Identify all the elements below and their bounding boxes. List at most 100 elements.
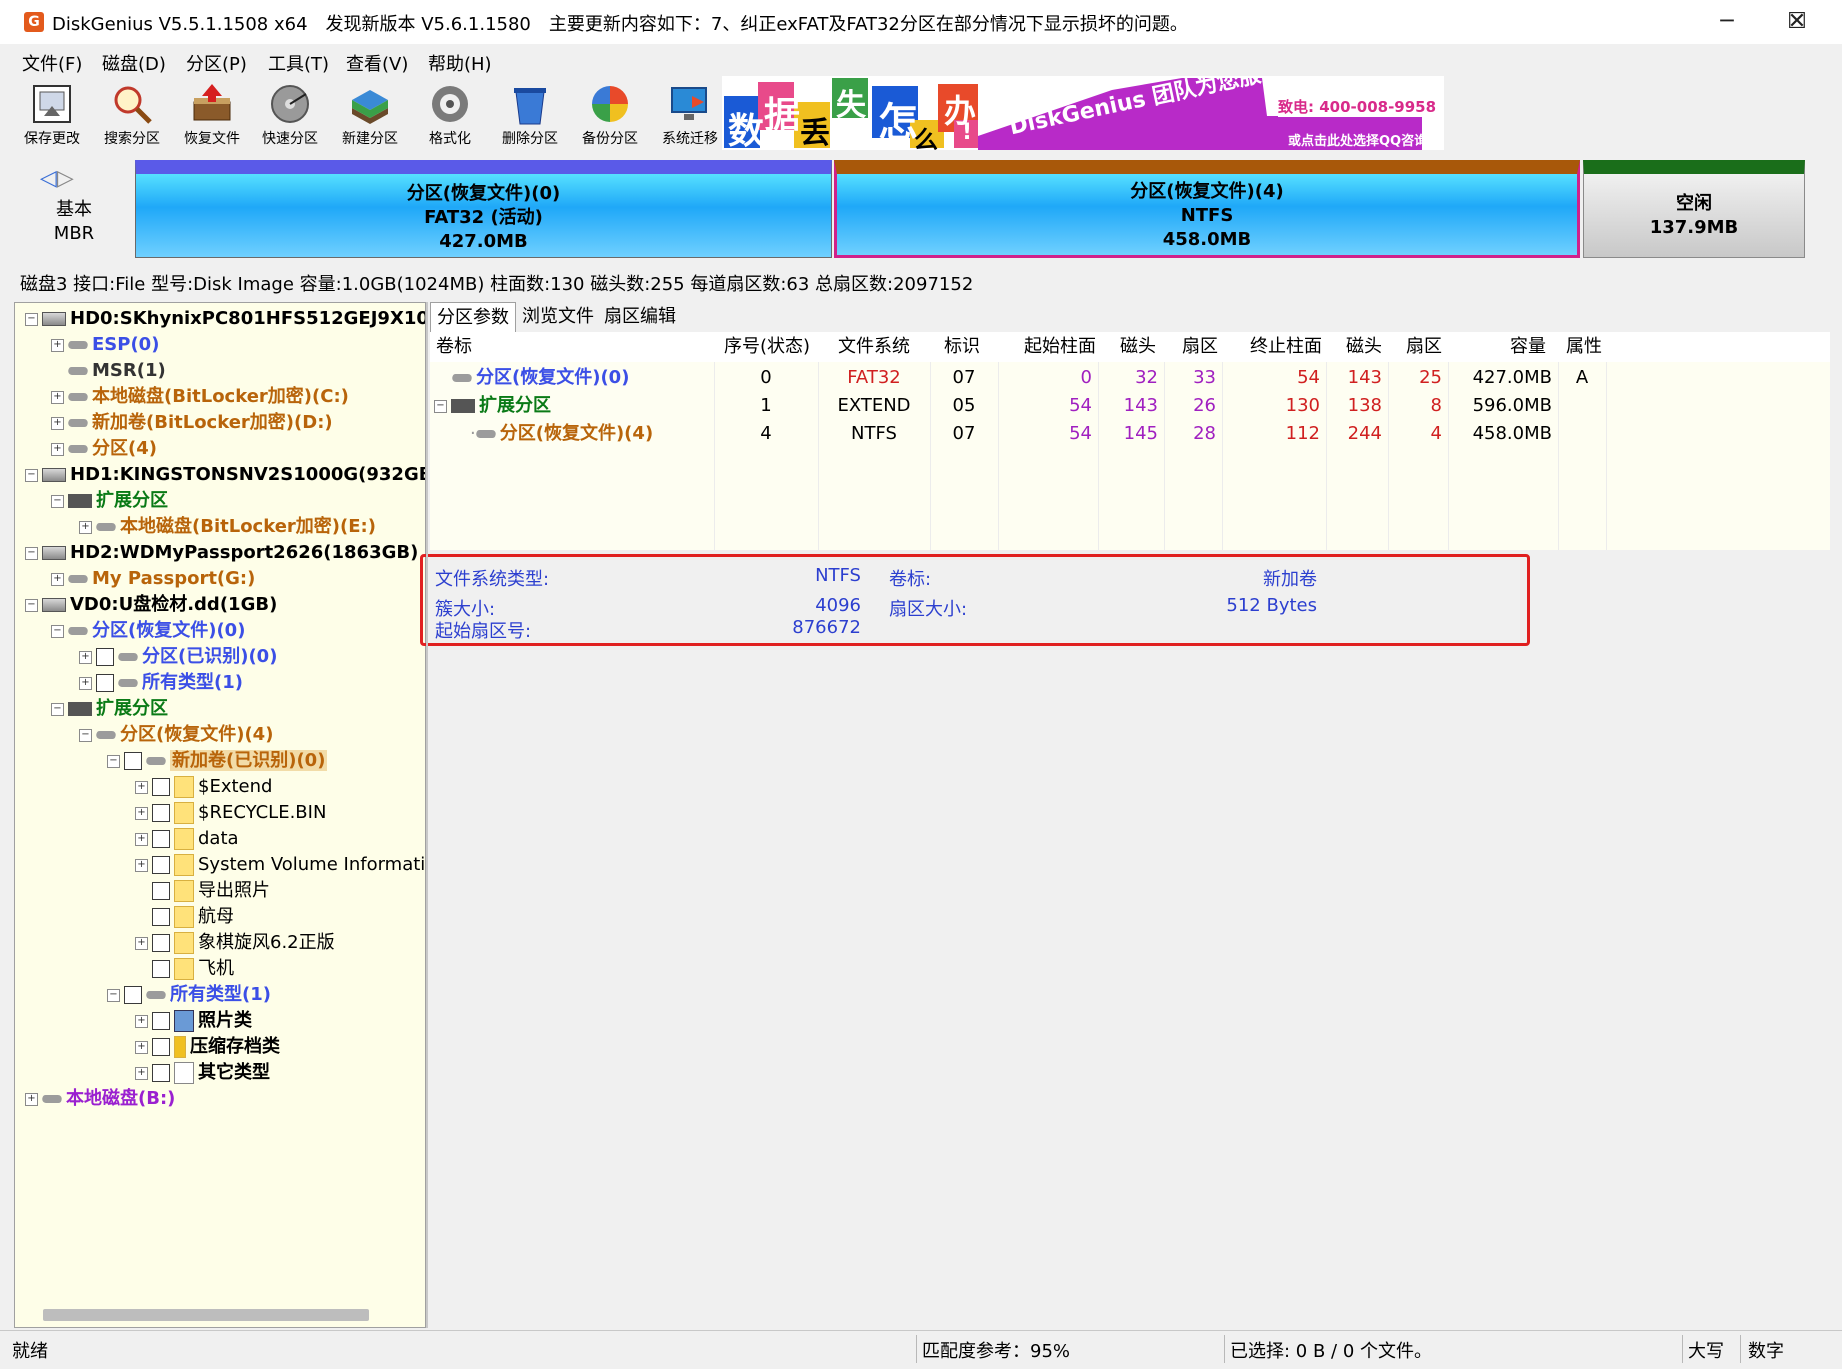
window-title: DiskGenius V5.5.1.1508 x64 发现新版本 V5.6.1.… xyxy=(52,14,1188,35)
col-end-head[interactable]: 磁头 xyxy=(1346,332,1382,362)
col-start-head[interactable]: 磁头 xyxy=(1120,332,1156,362)
menu-tools[interactable]: 工具(T) xyxy=(268,50,329,76)
banner-ad[interactable]: 数 据 丢 失 怎 么 办 ! DiskGenius 团队为您服务 致电: 40… xyxy=(722,76,1444,150)
tree-node-esp[interactable]: + ESP(0) xyxy=(51,332,159,358)
delete-partition-icon xyxy=(514,88,546,125)
row-end-cyl: 112 xyxy=(1285,423,1320,444)
disk-map-partition-fat32[interactable]: 分区(恢复文件)(0) FAT32 (活动) 427.0MB xyxy=(135,160,832,258)
menu-disk[interactable]: 磁盘(D) xyxy=(102,50,166,76)
tab-browse-files[interactable]: 浏览文件 xyxy=(516,302,600,332)
menu-partition[interactable]: 分区(P) xyxy=(186,50,247,76)
row-capacity: 596.0MB xyxy=(1472,395,1552,416)
banner-char: 怎 xyxy=(878,100,918,146)
close-button[interactable]: ✕ xyxy=(1762,0,1832,44)
tree-node-photos[interactable]: + 照片类 xyxy=(135,1008,252,1034)
tree-node-folder[interactable]: 航母 xyxy=(135,904,234,930)
partition-size: 458.0MB xyxy=(1162,229,1252,250)
delete-partition-button[interactable]: 删除分区 xyxy=(492,76,568,156)
tree-node-hd2[interactable]: − HD2:WDMyPassport2626(1863GB) xyxy=(25,540,418,566)
tree-node-partition4[interactable]: + 分区(4) xyxy=(51,436,157,462)
banner-char: 失 xyxy=(836,88,866,123)
tree-node-all-types[interactable]: + 所有类型(1) xyxy=(79,670,243,696)
tree-node-new-volume[interactable]: − 新加卷(已识别)(0) xyxy=(107,748,328,774)
tree-node-hd0[interactable]: − HD0:SKhynixPC801HFS512GEJ9X101N xyxy=(25,306,425,332)
menu-file[interactable]: 文件(F) xyxy=(22,50,82,76)
free-size: 137.9MB xyxy=(1649,217,1739,238)
format-button[interactable]: 格式化 xyxy=(412,76,488,156)
col-start-sector[interactable]: 扇区 xyxy=(1182,332,1218,362)
tree-node-others[interactable]: + 其它类型 xyxy=(135,1060,270,1086)
search-partition-button[interactable]: 搜索分区 xyxy=(94,76,170,156)
tree-node-d[interactable]: + 新加卷(BitLocker加密)(D:) xyxy=(51,410,333,436)
col-id[interactable]: 标识 xyxy=(944,332,980,362)
tree-node-folder[interactable]: + $RECYCLE.BIN xyxy=(135,800,326,826)
new-partition-button[interactable]: 新建分区 xyxy=(332,76,408,156)
menu-help[interactable]: 帮助(H) xyxy=(428,50,492,76)
sector-size-value: 512 Bytes xyxy=(1226,595,1317,616)
tab-sector-editor[interactable]: 扇区编辑 xyxy=(598,302,682,332)
row-end-sector: 4 xyxy=(1430,423,1442,444)
save-changes-button[interactable]: 保存更改 xyxy=(14,76,90,156)
col-index[interactable]: 序号(状态) xyxy=(724,332,811,362)
tree-node-folder[interactable]: 导出照片 xyxy=(135,878,270,904)
backup-partition-icon xyxy=(592,86,628,122)
col-start-cyl[interactable]: 起始柱面 xyxy=(1024,332,1096,362)
prev-disk-icon[interactable]: ◁ xyxy=(40,166,57,191)
tree-node-extended[interactable]: − 扩展分区 xyxy=(51,488,168,514)
row-start-sector: 26 xyxy=(1193,395,1216,416)
format-label: 格式化 xyxy=(429,131,471,147)
tree-node-hd1[interactable]: − HD1:KINGSTONSNV2S1000G(932GB) xyxy=(25,462,425,488)
disk-map-free-space[interactable]: 空闲 137.9MB xyxy=(1583,160,1805,258)
volume-label-value: 新加卷 xyxy=(1263,569,1317,590)
tree-node-extended-vd0[interactable]: − 扩展分区 xyxy=(51,696,168,722)
start-sector-label: 起始扇区号: xyxy=(435,621,532,642)
tree-node-recovered-0[interactable]: − 分区(恢复文件)(0) xyxy=(51,618,245,644)
row-fs: EXTEND xyxy=(837,395,911,416)
volume-label-label: 卷标: xyxy=(889,569,932,590)
sector-size-label: 扇区大小: xyxy=(889,599,968,620)
tree-node-identified-0[interactable]: + 分区(已识别)(0) xyxy=(79,644,277,670)
tree-node-recovered-4[interactable]: − 分区(恢复文件)(4) xyxy=(79,722,273,748)
tree-node-vd0[interactable]: − VD0:U盘检材.dd(1GB) xyxy=(25,592,277,618)
partition-name: 分区(恢复文件)(0) xyxy=(406,183,561,204)
col-attribute[interactable]: 属性 xyxy=(1566,332,1602,362)
tree-node-folder[interactable]: 飞机 xyxy=(135,956,234,982)
tree-node-archives[interactable]: + 压缩存档类 xyxy=(135,1034,280,1060)
col-filesystem[interactable]: 文件系统 xyxy=(838,332,910,362)
row-label: 分区(恢复文件)(0) xyxy=(450,364,629,392)
tree-node-folder[interactable]: + 象棋旋风6.2正版 xyxy=(135,930,335,956)
row-start-cyl: 0 xyxy=(1080,367,1092,388)
tree-node-folder[interactable]: + $Extend xyxy=(135,774,272,800)
col-capacity[interactable]: 容量 xyxy=(1510,332,1546,362)
partition-size: 427.0MB xyxy=(439,231,528,252)
quick-partition-button[interactable]: 快速分区 xyxy=(252,76,328,156)
system-migrate-button[interactable]: 系统迁移 xyxy=(652,76,728,156)
next-disk-icon[interactable]: ▷ xyxy=(57,166,74,191)
tree-node-folder[interactable]: + System Volume Informati xyxy=(135,852,425,878)
search-icon xyxy=(114,86,152,124)
recover-files-button[interactable]: 恢复文件 xyxy=(174,76,250,156)
tree-horizontal-scrollbar[interactable] xyxy=(43,1309,369,1321)
col-end-cyl[interactable]: 终止柱面 xyxy=(1250,332,1322,362)
tab-partition-params[interactable]: 分区参数 xyxy=(430,302,516,333)
row-end-cyl: 130 xyxy=(1285,395,1320,416)
tree-node-msr[interactable]: MSR(1) xyxy=(51,358,166,384)
tree-node-b[interactable]: + 本地磁盘(B:) xyxy=(25,1086,175,1112)
tree-node-folder[interactable]: + data xyxy=(135,826,239,852)
tree-node-c[interactable]: + 本地磁盘(BitLocker加密)(C:) xyxy=(51,384,349,410)
row-label: − 扩展分区 xyxy=(434,392,551,420)
panel-splitter[interactable] xyxy=(426,302,428,1328)
tree-node-g[interactable]: + My Passport(G:) xyxy=(51,566,255,592)
row-capacity: 427.0MB xyxy=(1472,367,1552,388)
tree-node-all-types-vd0[interactable]: − 所有类型(1) xyxy=(107,982,271,1008)
minimize-button[interactable]: ─ xyxy=(1692,0,1762,44)
row-id: 07 xyxy=(952,423,976,444)
disk-map-partition-ntfs[interactable]: 分区(恢复文件)(4) NTFS 458.0MB xyxy=(834,160,1580,258)
system-migrate-label: 系统迁移 xyxy=(662,131,718,147)
col-end-sector[interactable]: 扇区 xyxy=(1406,332,1442,362)
menu-view[interactable]: 查看(V) xyxy=(346,50,408,76)
tree-node-e[interactable]: + 本地磁盘(BitLocker加密)(E:) xyxy=(79,514,376,540)
row-fs: FAT32 xyxy=(847,367,901,388)
backup-partition-button[interactable]: 备份分区 xyxy=(572,76,648,156)
col-volume-label[interactable]: 卷标 xyxy=(436,332,472,362)
